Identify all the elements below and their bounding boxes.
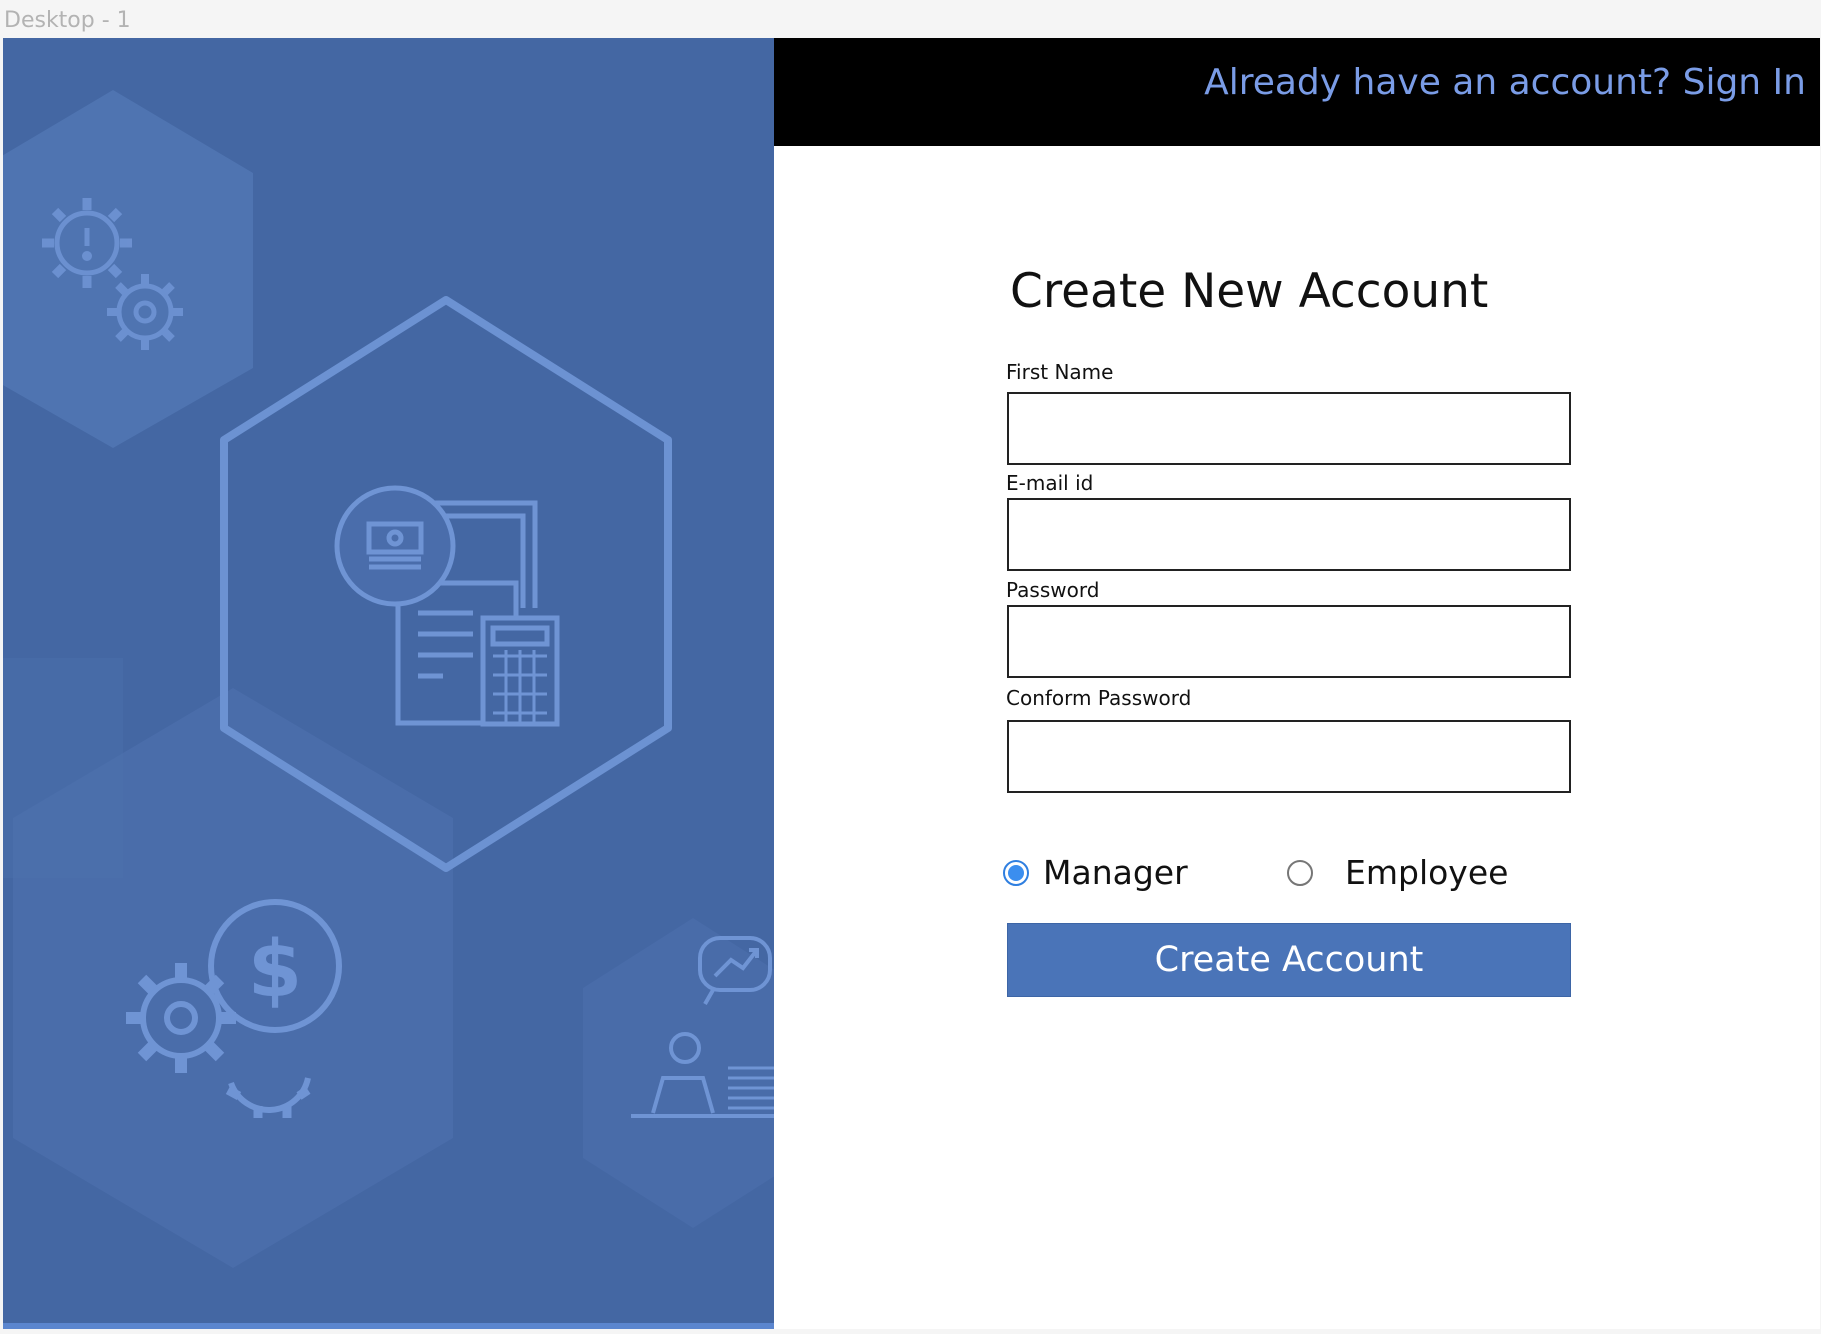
employee-radio[interactable] bbox=[1287, 859, 1313, 886]
page-title: Create New Account bbox=[1010, 264, 1489, 319]
sign-in-link[interactable]: Already have an account? Sign In bbox=[1204, 62, 1806, 103]
first-name-label: First Name bbox=[1006, 360, 1114, 384]
confirm-password-label: Conform Password bbox=[1006, 686, 1192, 710]
confirm-password-field[interactable] bbox=[1007, 720, 1571, 793]
gear-warning-icon bbox=[42, 198, 132, 288]
manager-radio-label: Manager bbox=[1043, 853, 1188, 892]
top-bar: Already have an account? Sign In bbox=[774, 38, 1820, 146]
desktop-frame: $ Already have an account? Sign In Creat… bbox=[3, 38, 1820, 1329]
frame-label: Desktop - 1 bbox=[4, 8, 131, 33]
create-account-button[interactable]: Create Account bbox=[1007, 923, 1571, 997]
panel-bottom-strip bbox=[3, 1323, 774, 1329]
employee-radio-label: Employee bbox=[1345, 853, 1509, 892]
password-field[interactable] bbox=[1007, 605, 1571, 678]
manager-radio[interactable] bbox=[1003, 859, 1029, 886]
role-option-employee[interactable]: Employee bbox=[1287, 853, 1508, 892]
role-option-manager[interactable]: Manager bbox=[1003, 853, 1188, 892]
illustration-panel: $ bbox=[3, 38, 774, 1329]
background-illustration: $ bbox=[3, 90, 774, 1268]
svg-text:$: $ bbox=[248, 925, 302, 1015]
password-label: Password bbox=[1006, 578, 1100, 602]
first-name-field[interactable] bbox=[1007, 392, 1571, 465]
email-label: E-mail id bbox=[1006, 471, 1094, 495]
email-field[interactable] bbox=[1007, 498, 1571, 571]
money-magnifier-icon bbox=[334, 485, 456, 607]
hexagon-shape bbox=[3, 90, 253, 448]
